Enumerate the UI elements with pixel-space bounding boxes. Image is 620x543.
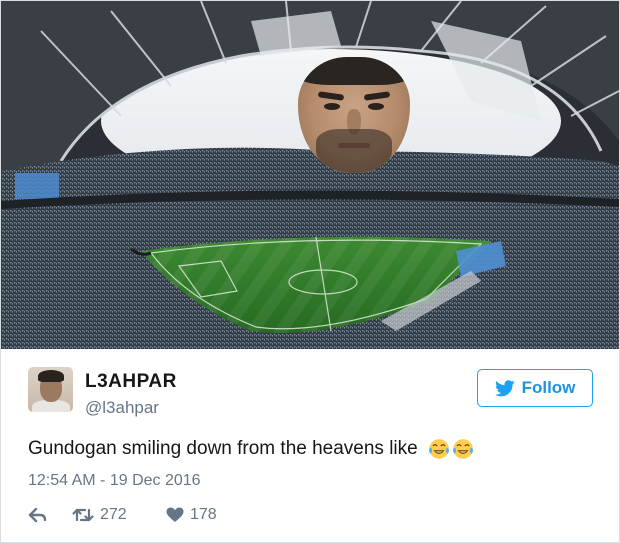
face-with-tears-of-joy-icon (428, 439, 449, 459)
reply-arrow-icon (28, 507, 47, 523)
tweet-text: Gundogan smiling down from the heavens l… (28, 438, 474, 460)
stadium-photo[interactable] (1, 1, 619, 349)
retweet-button[interactable]: 272 (72, 506, 156, 524)
retweet-count: 272 (100, 506, 127, 523)
reply-button[interactable] (28, 507, 72, 523)
face-with-tears-of-joy-icon (452, 439, 473, 459)
twitter-bird-icon (494, 379, 515, 396)
avatar[interactable] (28, 367, 73, 412)
heart-icon (166, 507, 184, 522)
scoreboard (15, 173, 59, 199)
retweet-icon (72, 508, 94, 522)
follow-label: Follow (521, 378, 576, 397)
handle[interactable]: @l3ahpar (85, 398, 159, 418)
tweet-card: L3AHPAR @l3ahpar Follow Gundogan smiling… (0, 0, 620, 543)
stadium-illustration (1, 1, 619, 349)
tweet-text-body: Gundogan smiling down from the heavens l… (28, 438, 418, 459)
like-count: 178 (190, 506, 217, 523)
tweet-actions: 272 178 (28, 504, 217, 526)
display-name[interactable]: L3AHPAR (85, 371, 177, 393)
like-button[interactable]: 178 (166, 506, 217, 524)
tweet-timestamp[interactable]: 12:54 AM - 19 Dec 2016 (28, 472, 201, 490)
follow-button[interactable]: Follow (477, 369, 593, 407)
